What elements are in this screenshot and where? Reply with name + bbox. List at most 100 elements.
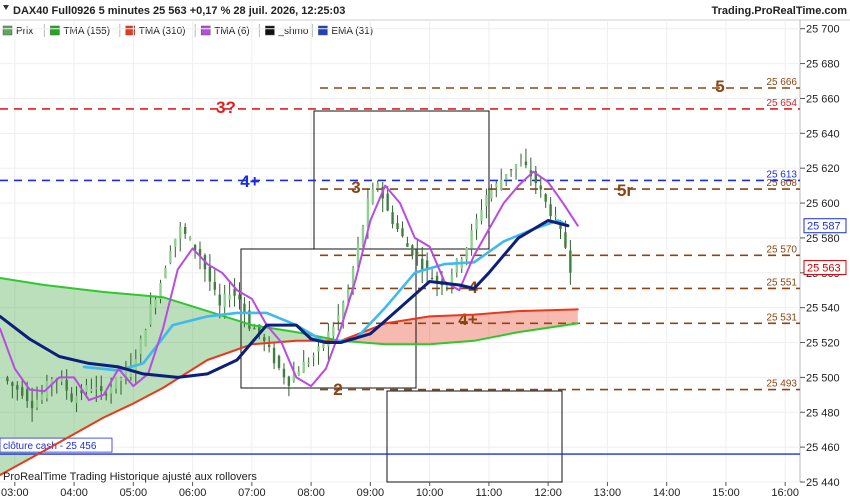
- candle-body: [465, 248, 468, 260]
- y-tick-label: 25 680: [806, 59, 840, 71]
- candle-body: [35, 399, 39, 408]
- candle-body: [75, 395, 78, 404]
- candle-body: [228, 294, 231, 300]
- candle-body: [154, 299, 157, 308]
- candle-body: [6, 377, 9, 382]
- y-tick-label: 25 640: [806, 128, 840, 140]
- candle-body: [391, 212, 394, 225]
- legend-label: _shmo: [277, 26, 308, 37]
- candle-body: [21, 387, 24, 396]
- candle-body: [174, 238, 177, 247]
- candle-body: [188, 237, 192, 240]
- legend-swatch: [318, 25, 328, 36]
- legend-swatch: [265, 25, 275, 36]
- candle-body: [322, 343, 325, 349]
- y-tick-label: 25 620: [806, 163, 840, 175]
- candle-body: [30, 400, 34, 409]
- candle-body: [455, 259, 458, 273]
- candle-body: [302, 361, 305, 373]
- candle-body: [183, 226, 187, 234]
- candle-body: [267, 344, 271, 347]
- candle-body: [16, 385, 19, 390]
- candle-body: [287, 376, 291, 386]
- candle-body: [238, 294, 241, 300]
- candle-body: [524, 161, 528, 166]
- level-label: 25 551: [766, 277, 797, 288]
- level-tag: 3?: [216, 98, 236, 117]
- y-tick-label: 25 540: [806, 303, 840, 315]
- candle-body: [495, 183, 498, 188]
- level-tag: 4+: [240, 172, 259, 191]
- candle-body: [277, 355, 281, 368]
- candle-body: [312, 355, 315, 358]
- y-tick-label: 25 700: [806, 24, 840, 36]
- x-tick-label: 03:00: [1, 487, 29, 499]
- y-tick-label: 25 440: [806, 477, 840, 489]
- candle-body: [366, 198, 370, 227]
- candle-body: [109, 387, 113, 394]
- x-tick-label: 09:00: [357, 487, 385, 499]
- candle-body: [262, 337, 266, 341]
- legend-label: TMA (155): [63, 26, 110, 37]
- candle-body: [480, 210, 483, 221]
- candle-body: [346, 289, 350, 299]
- candle-body: [406, 243, 409, 247]
- candle-body: [544, 194, 547, 202]
- candle-body: [213, 281, 217, 290]
- legend-swatch: [2, 25, 13, 36]
- chart-title: DAX40 Full0926 5 minutes 25 563 +0,17 % …: [13, 5, 345, 17]
- candle-body: [564, 232, 567, 248]
- candle-body: [282, 368, 286, 378]
- candle-body: [70, 393, 73, 402]
- y-tick-label: 25 460: [806, 442, 840, 454]
- candle-body: [371, 188, 375, 204]
- candle-body: [554, 215, 557, 217]
- level-label: 25 493: [766, 379, 797, 390]
- candle-body: [104, 394, 108, 396]
- candle-body: [90, 388, 93, 392]
- candle-body: [356, 244, 360, 266]
- candle-body: [169, 250, 172, 263]
- candle: [277, 354, 281, 371]
- x-tick-label: 15:00: [712, 487, 740, 499]
- level-tag: 5r: [617, 181, 633, 200]
- candle-body: [421, 258, 424, 270]
- chart-background: [0, 0, 850, 500]
- candle-body: [11, 382, 14, 387]
- legend-item: _shmo: [265, 24, 313, 37]
- level-tag: 3: [351, 178, 360, 197]
- y-tick-label: 25 480: [806, 407, 840, 419]
- legend-label: EMA (31): [331, 26, 373, 37]
- candle-body: [401, 228, 404, 237]
- candle-body: [85, 385, 88, 392]
- level-tag: 4+: [458, 310, 477, 329]
- candle-body: [396, 223, 399, 229]
- x-tick-label: 13:00: [594, 487, 622, 499]
- candle-body: [332, 326, 335, 337]
- level-label: 25 666: [766, 77, 797, 88]
- candle-body: [95, 387, 98, 389]
- price-chart[interactable]: DAX40 Full0926 5 minutes 25 563 +0,17 % …: [0, 0, 850, 500]
- candle-body: [179, 226, 182, 239]
- legend-label: TMA (310): [139, 26, 186, 37]
- candle-body: [208, 266, 212, 282]
- candle-body: [569, 250, 572, 273]
- candle-body: [337, 315, 340, 321]
- x-tick-label: 14:00: [653, 487, 681, 499]
- x-tick-label: 06:00: [179, 487, 207, 499]
- current-price-tag: 25 563: [803, 260, 847, 276]
- candle-body: [485, 195, 488, 207]
- candle-body: [514, 164, 518, 169]
- x-tick-label: 12:00: [534, 487, 562, 499]
- legend-swatch: [50, 25, 60, 36]
- candle-body: [490, 190, 493, 199]
- candle-body: [100, 386, 103, 392]
- y-tick-label: 25 500: [806, 372, 840, 384]
- footer-note: ProRealTime Trading Historique ajusté au…: [3, 471, 257, 483]
- candle-body: [411, 245, 414, 256]
- brand-label: Trading.ProRealTime.com: [711, 5, 847, 17]
- candle-body: [504, 173, 508, 180]
- level-label: 25 570: [766, 244, 797, 255]
- legend-label: Prix: [16, 26, 33, 37]
- candle-body: [218, 294, 221, 306]
